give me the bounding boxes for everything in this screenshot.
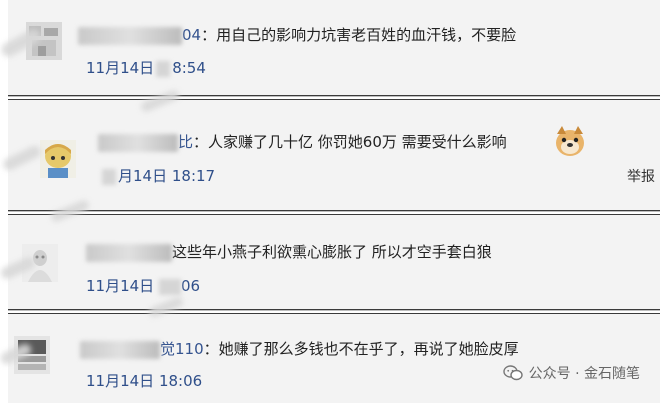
comment-text: 这些年小燕子利欲熏心膨胀了 所以才空手套白狼 — [172, 243, 492, 261]
timestamp-date: 11月14日 — [86, 59, 155, 77]
timestamp-date: 11月14日 — [86, 372, 155, 390]
timestamp-time: 18:06 — [158, 372, 203, 390]
username-blurred[interactable] — [86, 243, 172, 262]
username[interactable]: 04 — [182, 26, 201, 44]
watermark-label: 公众号 · 金石随笔 — [528, 366, 640, 382]
report-link[interactable]: 举报 — [627, 166, 655, 186]
comment-list: 04：用自己的影响力坑害老百姓的血汗钱，不要脸 11月14日 8:54 比：人家赚… — [0, 0, 660, 403]
timestamp-blur — [158, 278, 181, 295]
comment-text: ：人家赚了几十亿 你罚她60万 需要受什么影响 — [193, 133, 507, 151]
comment-text-line: 04：用自己的影响力坑害老百姓的血汗钱，不要脸 — [78, 24, 516, 45]
comment-text-line: 比：人家赚了几十亿 你罚她60万 需要受什么影响 — [98, 131, 507, 152]
timestamp: 月14日 18:17 — [102, 165, 215, 186]
comment-text: ：她赚了那么多钱也不在乎了，再说了她脸皮厚 — [203, 340, 519, 358]
comment-item — [8, 0, 660, 96]
wechat-icon — [502, 365, 523, 381]
username[interactable]: 比 — [178, 133, 193, 151]
timestamp: 11月14日 18:06 — [86, 370, 202, 391]
watermark: 公众号 · 金石随笔 — [502, 363, 640, 383]
timestamp-date: 11月14日 — [86, 277, 155, 295]
timestamp-time: 18:17 — [171, 167, 216, 185]
doge-emoji-icon — [553, 124, 587, 158]
timestamp-time: 8:54 — [172, 59, 206, 77]
username-blurred[interactable] — [78, 26, 182, 45]
username-blurred[interactable] — [80, 340, 160, 359]
timestamp: 11月14日 8:54 — [86, 57, 206, 78]
timestamp: 11月14日 06 — [86, 275, 200, 296]
comment-text-line: 这些年小燕子利欲熏心膨胀了 所以才空手套白狼 — [86, 241, 492, 262]
timestamp-time: 06 — [180, 277, 201, 295]
timestamp-blur — [102, 168, 116, 185]
avatar[interactable] — [40, 140, 76, 178]
timestamp-date: 月14日 — [118, 167, 168, 185]
username[interactable]: 觉110 — [160, 340, 204, 358]
timestamp-blur — [156, 60, 171, 77]
comment-text: ：用自己的影响力坑害老百姓的血汗钱，不要脸 — [201, 26, 517, 44]
comment-text-line: 觉110：她赚了那么多钱也不在乎了，再说了她脸皮厚 — [80, 338, 519, 359]
username-blurred[interactable] — [98, 133, 178, 152]
